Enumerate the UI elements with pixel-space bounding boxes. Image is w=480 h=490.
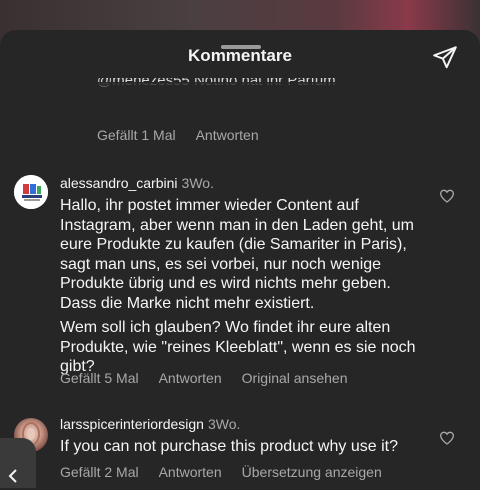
comment-time: 3Wo. bbox=[207, 416, 241, 432]
see-translation-button[interactable]: Übersetzung anzeigen bbox=[242, 464, 382, 480]
comment-username[interactable]: larsspicerinteriordesign 3Wo. bbox=[60, 416, 240, 432]
like-count[interactable]: Gefällt 5 Mal bbox=[60, 370, 139, 386]
avatar[interactable] bbox=[14, 175, 48, 209]
comment-time: 3Wo. bbox=[181, 175, 214, 191]
reply-button[interactable]: Antworten bbox=[159, 370, 222, 386]
comment-paragraph: Wem soll ich glauben? Wo findet ihr eure… bbox=[60, 319, 416, 375]
back-button[interactable] bbox=[0, 438, 36, 488]
comment-paragraph: If you can not purchase this product why… bbox=[60, 438, 398, 455]
comment-paragraph: Hallo, ihr postet immer wieder Content a… bbox=[60, 197, 414, 312]
comment-actions: Gefällt 2 Mal Antworten Übersetzung anzeig… bbox=[60, 464, 402, 480]
username-text[interactable]: larsspicerinteriordesign bbox=[60, 416, 204, 432]
comment-username[interactable]: alessandro_carbini 3Wo. bbox=[60, 175, 214, 191]
avatar-logo-icon bbox=[14, 175, 48, 209]
comment-body: Hallo, ihr postet immer wieder Content a… bbox=[60, 196, 430, 377]
reply-button[interactable]: Antworten bbox=[196, 127, 259, 143]
comment-actions: Gefällt 5 Mal Antworten Original ansehen bbox=[60, 370, 368, 386]
reply-button[interactable]: Antworten bbox=[159, 464, 222, 480]
previous-comment-actions: Gefällt 1 Mal Antworten bbox=[97, 127, 279, 143]
page-title: Kommentare bbox=[188, 46, 292, 65]
see-original-button[interactable]: Original ansehen bbox=[242, 370, 348, 386]
heart-outline-icon[interactable] bbox=[439, 430, 455, 446]
username-text[interactable]: alessandro_carbini bbox=[60, 175, 178, 191]
comment-body: If you can not purchase this product why… bbox=[60, 437, 430, 457]
header-divider bbox=[0, 82, 480, 94]
heart-outline-icon[interactable] bbox=[439, 188, 455, 204]
like-count[interactable]: Gefällt 1 Mal bbox=[97, 127, 176, 143]
like-count[interactable]: Gefällt 2 Mal bbox=[60, 464, 139, 480]
paper-plane-icon[interactable] bbox=[432, 44, 458, 70]
chevron-left-icon bbox=[8, 469, 17, 483]
